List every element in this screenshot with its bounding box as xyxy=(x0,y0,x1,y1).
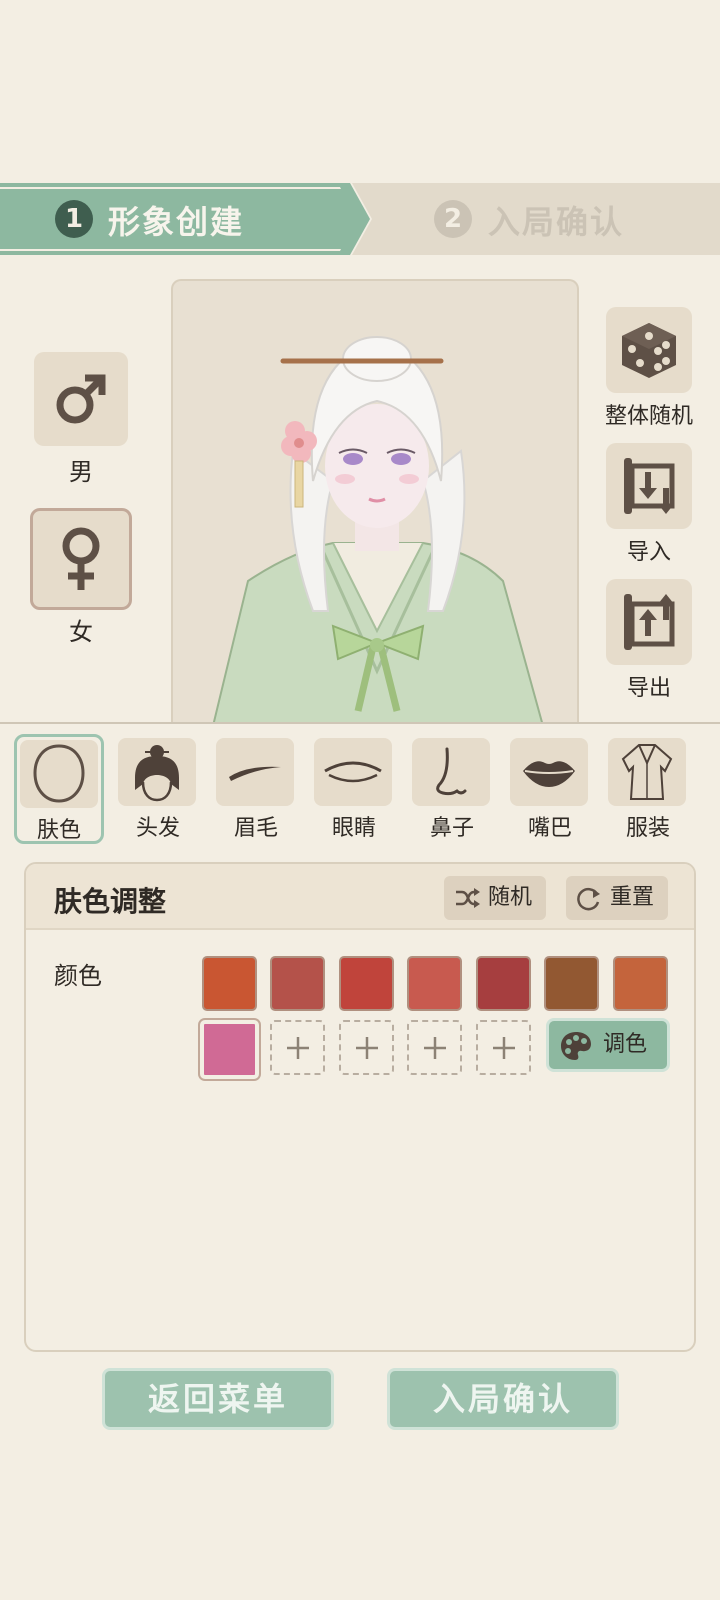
panel-header: 肤色调整 随机 重置 xyxy=(26,864,694,930)
face-outline-icon xyxy=(33,744,85,803)
gender-male-button[interactable] xyxy=(34,352,128,446)
panel-title: 肤色调整 xyxy=(54,885,167,918)
character-illustration xyxy=(212,336,544,724)
color-swatch[interactable] xyxy=(202,956,257,1011)
palette-icon xyxy=(561,1032,591,1060)
confirm-enter-button[interactable]: 入局确认 xyxy=(387,1368,619,1430)
back-to-menu-button[interactable]: 返回菜单 xyxy=(102,1368,334,1430)
panel-reset-label: 重置 xyxy=(610,885,655,910)
gender-male-label: 男 xyxy=(69,458,93,486)
reset-icon xyxy=(577,887,600,911)
import-scroll-icon xyxy=(624,458,675,514)
panel-reset-button[interactable]: 重置 xyxy=(566,876,669,920)
panel-random-label: 随机 xyxy=(488,885,533,910)
tab-clothing[interactable]: 服装 xyxy=(608,738,688,842)
tab-mouth[interactable]: 嘴巴 xyxy=(510,738,590,842)
export-label: 导出 xyxy=(626,676,671,701)
import-label: 导入 xyxy=(626,540,671,565)
plus-icon xyxy=(492,1036,515,1059)
section-divider xyxy=(0,722,720,724)
step-1-tab: 1 形象创建 xyxy=(0,183,370,255)
eye-icon xyxy=(324,761,382,783)
add-color-slot[interactable] xyxy=(407,1020,462,1075)
tab-nose-label: 鼻子 xyxy=(429,816,474,841)
step-1-number: 1 xyxy=(55,200,93,238)
tab-hair[interactable]: 头发 xyxy=(118,738,198,842)
color-swatch[interactable] xyxy=(476,956,531,1011)
eyebrow-icon xyxy=(229,766,281,781)
female-symbol-icon xyxy=(62,527,100,590)
nose-icon xyxy=(436,747,467,796)
hair-bun-icon xyxy=(135,745,179,802)
add-color-slot[interactable] xyxy=(339,1020,394,1075)
tab-clothing-label: 服装 xyxy=(625,816,670,841)
tab-nose[interactable]: 鼻子 xyxy=(412,738,492,842)
step-2-label: 入局确认 xyxy=(488,203,625,241)
panel-random-button[interactable]: 随机 xyxy=(444,876,547,920)
lips-icon xyxy=(523,761,575,787)
tab-eyes-label: 眼睛 xyxy=(331,816,376,841)
step-2-tab[interactable]: 2 入局确认 xyxy=(352,183,720,255)
tab-eyebrow-label: 眉毛 xyxy=(233,816,278,841)
robe-icon xyxy=(621,744,673,800)
palette-label: 调色 xyxy=(603,1032,648,1057)
color-swatch[interactable] xyxy=(544,956,599,1011)
random-all-button[interactable] xyxy=(606,307,692,393)
palette-button[interactable]: 调色 xyxy=(546,1018,670,1072)
step-2-number: 2 xyxy=(434,200,472,238)
export-scroll-icon xyxy=(624,594,675,650)
tab-skin[interactable]: 肤色 xyxy=(14,734,104,844)
plus-icon xyxy=(423,1036,446,1059)
gender-female-label: 女 xyxy=(69,618,93,646)
selected-color-swatch[interactable] xyxy=(200,1020,259,1079)
tab-hair-label: 头发 xyxy=(135,816,180,841)
random-all-label: 整体随机 xyxy=(604,404,693,429)
tab-mouth-label: 嘴巴 xyxy=(527,816,572,841)
color-label: 颜色 xyxy=(54,962,102,990)
male-symbol-icon xyxy=(56,374,106,424)
tab-skin-label: 肤色 xyxy=(36,818,81,843)
plus-icon xyxy=(355,1036,378,1059)
skin-adjust-panel: 肤色调整 随机 重置 颜色 调色 xyxy=(24,862,696,1352)
shuffle-icon xyxy=(456,888,480,908)
color-swatch[interactable] xyxy=(339,956,394,1011)
step-header: 1 形象创建 2 入局确认 xyxy=(0,183,720,255)
plus-icon xyxy=(286,1036,309,1059)
color-swatch[interactable] xyxy=(270,956,325,1011)
color-swatch[interactable] xyxy=(613,956,668,1011)
tab-eyebrow[interactable]: 眉毛 xyxy=(216,738,296,842)
character-portrait xyxy=(171,279,579,724)
step-1-label: 形象创建 xyxy=(108,203,245,241)
gender-female-button[interactable] xyxy=(30,508,132,610)
dice-icon xyxy=(622,323,676,378)
import-button[interactable] xyxy=(606,443,692,529)
export-button[interactable] xyxy=(606,579,692,665)
add-color-slot[interactable] xyxy=(476,1020,531,1075)
add-color-slot[interactable] xyxy=(270,1020,325,1075)
tab-eyes[interactable]: 眼睛 xyxy=(314,738,394,842)
color-swatch[interactable] xyxy=(407,956,462,1011)
